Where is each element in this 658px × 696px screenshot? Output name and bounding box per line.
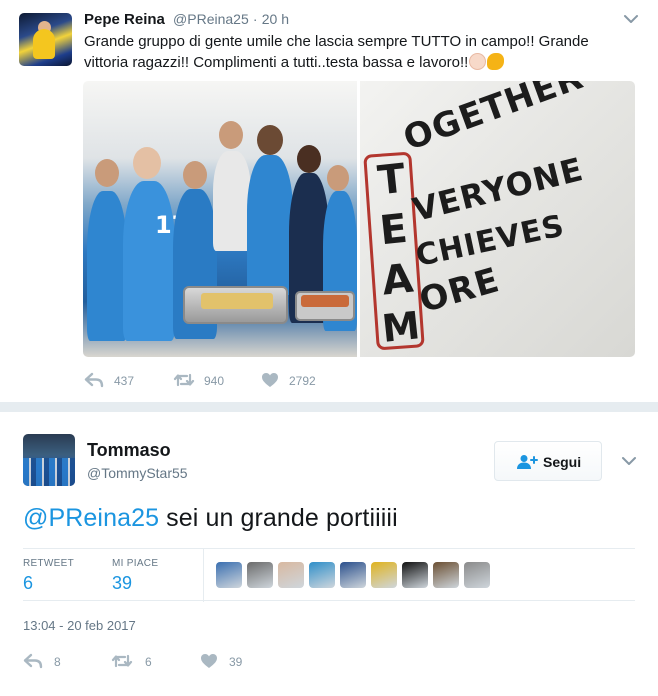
reply-count: 437 — [114, 374, 135, 388]
tweet-text-body: Grande gruppo di gente umile che lascia … — [84, 33, 589, 71]
chevron-down-icon[interactable] — [622, 10, 640, 28]
liker-avatar[interactable] — [247, 562, 273, 588]
liker-avatar[interactable] — [433, 562, 459, 588]
team-word-together: OGETHER — [398, 81, 589, 159]
retweet-count: 6 — [145, 655, 152, 669]
like-button[interactable]: 2792 — [261, 371, 331, 389]
avatar[interactable] — [23, 434, 75, 486]
avatar-figure — [33, 29, 55, 59]
main-tweet: Tommaso @TommyStar55 Segui @PReina25 sei… — [0, 412, 658, 696]
player-figure — [247, 155, 293, 295]
chevron-down-icon[interactable] — [620, 452, 638, 470]
reply-button[interactable]: 8 — [23, 652, 73, 670]
team-initial-m: M — [379, 303, 424, 351]
follow-button[interactable]: Segui — [494, 441, 602, 481]
avatar-crowd — [23, 458, 75, 486]
retweet-icon — [111, 654, 133, 668]
heart-icon — [262, 373, 278, 387]
player-head — [257, 125, 283, 155]
author-handle[interactable]: @TommyStar55 — [87, 465, 188, 481]
liker-avatar[interactable] — [464, 562, 490, 588]
team-initial-a: A — [379, 255, 417, 305]
like-stat[interactable]: MI PIACE 39 — [112, 549, 192, 602]
reply-icon — [23, 653, 43, 669]
author-name[interactable]: Pepe Reina — [84, 11, 165, 28]
tweet-stats: RETWEET 6 MI PIACE 39 — [23, 548, 635, 602]
retweet-count: 940 — [204, 374, 225, 388]
retweet-stat-value: 6 — [23, 573, 34, 593]
tweet-text: @PReina25 sei un grande portiiiii — [23, 504, 398, 533]
liker-avatar[interactable] — [309, 562, 335, 588]
flexed-biceps-icon — [487, 53, 505, 70]
player-head — [219, 121, 243, 149]
player-head — [133, 147, 161, 179]
retweet-button[interactable]: 940 — [173, 371, 233, 389]
liker-avatar[interactable] — [340, 562, 366, 588]
retweet-button[interactable]: 6 — [111, 652, 161, 670]
tweet-timestamp[interactable]: 13:04 - 20 feb 2017 — [23, 618, 136, 633]
retweet-stat-label: RETWEET — [23, 558, 74, 569]
player-figure — [87, 191, 127, 341]
tweet-header: Pepe Reina @PReina25 · 20 h — [84, 11, 289, 28]
reply-icon — [84, 372, 104, 388]
like-stat-value: 39 — [112, 573, 133, 593]
media-gallery[interactable]: 17 T OGETHER E VERYONE A CHIEVES M ORE — [83, 81, 635, 357]
follow-label: Segui — [543, 454, 582, 470]
conversation-separator — [0, 402, 658, 412]
add-user-icon — [517, 455, 538, 469]
retweet-icon — [173, 373, 195, 387]
avatar[interactable] — [19, 13, 72, 66]
tweet-text-body: sei un grande portiiiii — [159, 504, 398, 532]
like-button[interactable]: 39 — [200, 652, 260, 670]
player-head — [297, 145, 321, 173]
heart-icon — [201, 654, 217, 668]
liker-avatar[interactable] — [371, 562, 397, 588]
reply-count: 8 — [54, 655, 61, 669]
like-count: 39 — [229, 655, 243, 669]
team-initial-t: T — [375, 155, 409, 205]
food — [201, 293, 273, 309]
player-head — [95, 159, 119, 187]
team-acronym-photo[interactable]: T OGETHER E VERYONE A CHIEVES M ORE — [360, 81, 635, 357]
liker-avatar[interactable] — [278, 562, 304, 588]
team-photo[interactable]: 17 — [83, 81, 357, 357]
player-figure — [123, 181, 175, 341]
parent-tweet[interactable]: Pepe Reina @PReina25 · 20 h Grande grupp… — [0, 0, 658, 402]
team-initial-e: E — [377, 205, 411, 255]
stats-divider — [203, 549, 204, 602]
like-count: 2792 — [289, 374, 316, 388]
author-name[interactable]: Tommaso — [87, 440, 171, 461]
time-separator: · — [252, 11, 258, 27]
player-head — [183, 161, 207, 189]
player-head — [327, 165, 349, 191]
author-handle[interactable]: @PReina25 — [173, 11, 249, 27]
liker-avatar[interactable] — [216, 562, 242, 588]
retweet-stat[interactable]: RETWEET 6 — [23, 549, 103, 602]
clapping-hands-icon — [469, 53, 487, 70]
like-stat-label: MI PIACE — [112, 558, 159, 569]
food — [301, 295, 349, 307]
player-figure — [213, 151, 251, 251]
mention-link[interactable]: @PReina25 — [23, 504, 159, 532]
liker-avatar[interactable] — [402, 562, 428, 588]
tweet-time[interactable]: 20 h — [262, 11, 289, 27]
tweet-text: Grande gruppo di gente umile che lascia … — [84, 31, 614, 73]
reply-button[interactable]: 437 — [84, 371, 144, 389]
